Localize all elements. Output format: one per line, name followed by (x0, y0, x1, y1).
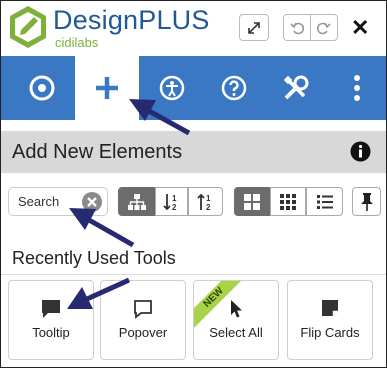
sort-ascending-icon: 1 2 (162, 193, 177, 211)
sitemap-icon (127, 193, 146, 210)
tab-more[interactable] (336, 56, 378, 120)
tab-accessibility[interactable] (143, 56, 201, 120)
close-button[interactable]: ✕ (351, 15, 369, 41)
list-view-button[interactable] (306, 187, 343, 216)
comment-outline-icon (134, 300, 152, 319)
grid-large-icon (244, 193, 260, 210)
divider (1, 274, 386, 275)
plus-icon (96, 77, 118, 99)
svg-text:2: 2 (206, 203, 211, 211)
list-icon (316, 194, 333, 209)
target-icon (29, 75, 55, 101)
redo-button[interactable] (310, 14, 338, 41)
section-title: Add New Elements (12, 141, 183, 163)
info-icon[interactable] (350, 141, 371, 162)
pin-icon (360, 192, 373, 211)
sort-z-a-button[interactable]: 1 2 (188, 187, 223, 216)
tool-card-label: Tooltip (32, 325, 70, 340)
accessibility-icon (159, 75, 185, 101)
expand-icon (248, 21, 260, 34)
tools-icon (283, 75, 309, 100)
small-grid-view-button[interactable] (270, 187, 306, 216)
sort-descending-icon: 1 2 (196, 193, 211, 211)
tool-card-select-all[interactable]: NEW Select All (193, 280, 279, 360)
clear-search-icon[interactable] (81, 191, 103, 213)
search-input[interactable]: Search (18, 194, 59, 209)
large-grid-view-button[interactable] (234, 187, 270, 216)
brand-sub: cidilabs (55, 35, 99, 50)
search-field[interactable]: Search (8, 187, 108, 216)
svg-text:2: 2 (172, 203, 177, 211)
expand-button[interactable] (239, 14, 269, 41)
undo-icon (290, 22, 304, 34)
cursor-icon (231, 300, 242, 318)
redo-icon (317, 22, 331, 34)
tab-add-elements[interactable] (75, 56, 139, 120)
tool-card-label: Select All (209, 325, 263, 340)
tab-tools[interactable] (267, 56, 325, 120)
sort-a-z-button[interactable]: 1 2 (155, 187, 188, 216)
section-header: Add New Elements (1, 131, 386, 173)
designplus-logo-icon (10, 6, 46, 48)
sticky-note-icon (322, 300, 338, 316)
tab-help[interactable] (205, 56, 263, 120)
sort-hierarchy-button[interactable] (118, 187, 155, 216)
tool-card-label: Flip Cards (300, 325, 360, 340)
grid-small-icon (280, 193, 296, 210)
tool-card-popover[interactable]: Popover (100, 280, 186, 360)
comment-icon (42, 300, 60, 318)
svg-text:1: 1 (172, 194, 177, 203)
recent-tools-heading: Recently Used Tools (12, 248, 176, 268)
designplus-panel: DesignPLUS cidilabs ✕ Add New Elements S… (0, 0, 387, 368)
undo-button[interactable] (283, 14, 311, 41)
tool-card-flip-cards[interactable]: Flip Cards (287, 280, 373, 360)
tool-card-tooltip[interactable]: Tooltip (8, 280, 94, 360)
header: DesignPLUS cidilabs ✕ (1, 1, 386, 56)
more-icon (354, 75, 360, 101)
tab-target[interactable] (15, 56, 69, 120)
brand-name: DesignPLUS (53, 5, 210, 35)
tool-card-label: Popover (118, 325, 168, 340)
svg-text:1: 1 (206, 194, 211, 203)
pin-button[interactable] (352, 187, 381, 216)
help-icon (221, 75, 247, 101)
tool-navbar (1, 56, 386, 120)
